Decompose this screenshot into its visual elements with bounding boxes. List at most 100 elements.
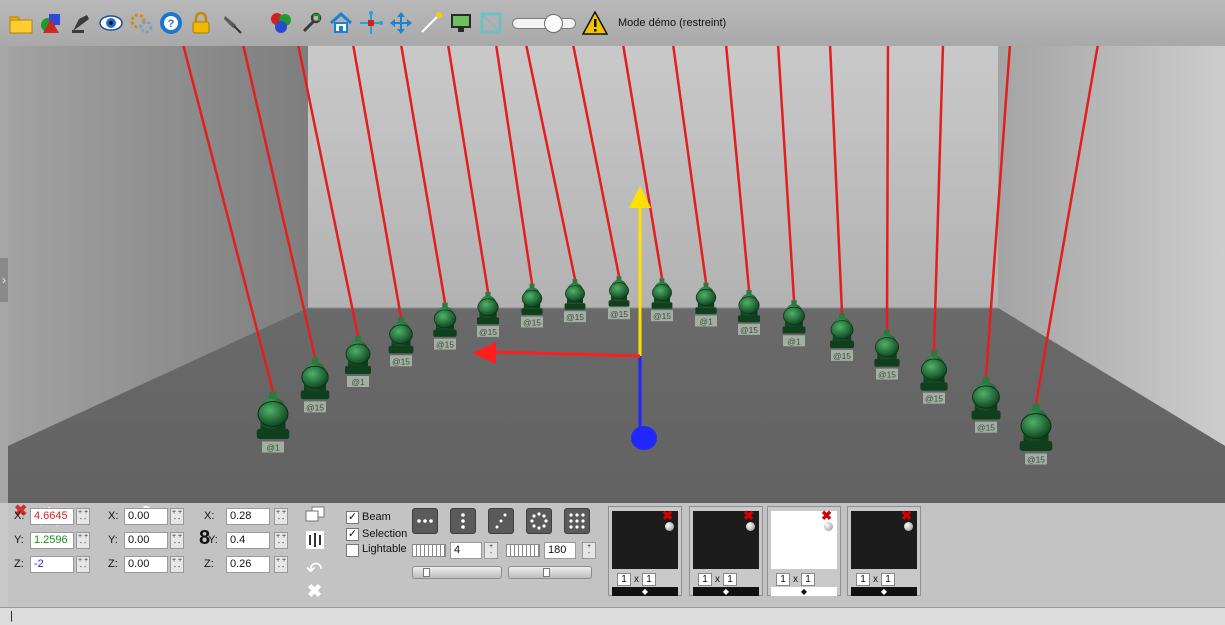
preview-height[interactable]: 1 <box>881 573 895 586</box>
size-x-field[interactable]: 0.28 <box>226 508 270 525</box>
preview-width[interactable]: 1 <box>698 573 712 586</box>
zoom-slider[interactable] <box>512 10 578 36</box>
folder-icon[interactable] <box>8 10 34 36</box>
spotlight-icon[interactable] <box>68 10 94 36</box>
fixture-address-label: @15 <box>738 323 760 335</box>
paint-bucket-icon[interactable]: ◆ <box>693 587 759 596</box>
fixture-address-label: @15 <box>304 401 326 413</box>
paint-bucket-icon[interactable]: ◆ <box>771 587 837 596</box>
status-text: | <box>10 610 13 622</box>
duplicate-icon[interactable] <box>305 506 325 525</box>
lock-icon[interactable] <box>188 10 214 36</box>
paint-bucket-icon[interactable]: ◆ <box>851 587 917 596</box>
preview-card-3[interactable]: ✖ 1x1 ◆ <box>767 506 841 596</box>
angle-field[interactable]: 180 <box>544 542 576 559</box>
beam-checkbox[interactable]: ✓ <box>346 511 359 524</box>
shapes-icon[interactable] <box>38 10 64 36</box>
angle-stepper[interactable]: + - <box>582 542 596 559</box>
rot-z-stepper[interactable]: + + - - <box>170 556 184 573</box>
preview-width[interactable]: 1 <box>856 573 870 586</box>
3d-viewport[interactable]: @1 @15 @1 @15 @15 @15 @15 @15 @15 @15 @1 @15 @1 @15 @1… <box>8 46 1225 503</box>
pattern-grid-button[interactable] <box>564 508 590 534</box>
fixture-address-label: @15 <box>831 349 853 361</box>
size-x-stepper[interactable]: + + - - <box>274 508 288 525</box>
zoom-slider-handle[interactable] <box>544 14 563 33</box>
move-cross-icon[interactable] <box>388 10 414 36</box>
lightable-checkbox[interactable] <box>346 544 359 557</box>
gears-icon[interactable] <box>128 10 154 36</box>
angle-slider[interactable] <box>508 566 592 579</box>
frame-icon[interactable] <box>478 10 504 36</box>
screen-icon[interactable] <box>448 10 474 36</box>
spacing-slider[interactable] <box>412 566 502 579</box>
scene-canvas: @1 @15 @1 @15 @15 @15 @15 @15 @15 @15 @1 @15 @1 @15 @1… <box>8 46 1225 503</box>
pattern-diagonal-button[interactable] <box>488 508 514 534</box>
rot-y-stepper[interactable]: + + - - <box>170 532 184 549</box>
light-bulb-icon <box>824 522 833 531</box>
move-arrows-icon[interactable] <box>358 10 384 36</box>
z-axis-handle[interactable] <box>631 426 657 450</box>
preview-card-4[interactable]: ✖ 1x1 ◆ <box>847 506 921 596</box>
fixture-address-label: @15 <box>477 325 499 337</box>
light-beam <box>885 46 890 330</box>
side-panel-toggle[interactable]: › <box>0 258 8 302</box>
rot-x-field[interactable]: 0.00 <box>124 508 168 525</box>
svg-text:@15: @15 <box>392 356 410 366</box>
close-icon[interactable]: ✖ <box>307 581 322 602</box>
eye-icon[interactable] <box>98 10 124 36</box>
fixture-address-label: @15 <box>651 310 673 322</box>
spacing-slider-handle[interactable] <box>423 568 430 577</box>
app-window: ? Mode démo (restreint) @1 @15 @1 @15 @1… <box>0 0 1225 625</box>
size-y-field[interactable]: 0.4 <box>226 532 270 549</box>
pos-z-stepper[interactable]: + + - - <box>76 556 90 573</box>
laser-icon[interactable] <box>418 10 444 36</box>
rot-z-field[interactable]: 0.00 <box>124 556 168 573</box>
preview-height[interactable]: 1 <box>723 573 737 586</box>
fixture-address-label: @15 <box>923 392 945 404</box>
rot-x-label: X: <box>108 510 119 522</box>
size-z-field[interactable]: 0.26 <box>226 556 270 573</box>
preview-height[interactable]: 1 <box>642 573 656 586</box>
selection-checkbox[interactable]: ✓ <box>346 528 359 541</box>
align-icon[interactable] <box>306 531 324 552</box>
pos-y-field[interactable]: 1.2596 <box>30 532 74 549</box>
pos-y-stepper[interactable]: + + - - <box>76 532 90 549</box>
rot-y-field[interactable]: 0.00 <box>124 532 168 549</box>
svg-text:@1: @1 <box>787 336 801 346</box>
preview-width[interactable]: 1 <box>617 573 631 586</box>
paint-bucket-icon[interactable]: ◆ <box>612 587 678 596</box>
svg-text:@15: @15 <box>977 423 995 433</box>
size-y-stepper[interactable]: + + - - <box>274 532 288 549</box>
pos-x-label: X: <box>14 510 25 522</box>
pattern-row-button[interactable] <box>412 508 438 534</box>
home-icon[interactable] <box>328 10 354 36</box>
preview-height[interactable]: 1 <box>801 573 815 586</box>
demo-mode-label: Mode démo (restreint) <box>618 17 727 29</box>
status-bar: | <box>0 607 1225 625</box>
light-bulb-icon <box>665 522 674 531</box>
rot-z-label: Z: <box>108 558 118 570</box>
pos-x-field[interactable]: 4.6645 <box>30 508 74 525</box>
preview-card-2[interactable]: ✖ 1x1 ◆ <box>689 506 763 596</box>
svg-text:?: ? <box>168 18 175 30</box>
fixture-address-label: @15 <box>434 338 456 350</box>
help-icon[interactable]: ? <box>158 10 184 36</box>
rot-x-stepper[interactable]: + + - - <box>170 508 184 525</box>
wrench-icon[interactable] <box>298 10 324 36</box>
pos-z-field[interactable]: -2 <box>30 556 74 573</box>
size-z-stepper[interactable]: + + - - <box>274 556 288 573</box>
preview-card-1[interactable]: ✖ 1x1 ◆ <box>608 506 682 596</box>
colors-icon[interactable] <box>268 10 294 36</box>
pos-x-stepper[interactable]: + + - - <box>76 508 90 525</box>
svg-text:@15: @15 <box>436 340 454 350</box>
svg-text:@15: @15 <box>833 351 851 361</box>
preview-width[interactable]: 1 <box>776 573 790 586</box>
angle-slider-handle[interactable] <box>543 568 550 577</box>
spacing-field[interactable]: 4 <box>450 542 482 559</box>
pattern-circle-button[interactable] <box>526 508 552 534</box>
undo-icon[interactable]: ↶ <box>306 557 323 582</box>
preview-dimensions: 1x1 <box>856 573 898 586</box>
pattern-column-button[interactable] <box>450 508 476 534</box>
pin-icon[interactable] <box>218 10 244 36</box>
spacing-stepper[interactable]: + - <box>484 542 498 559</box>
